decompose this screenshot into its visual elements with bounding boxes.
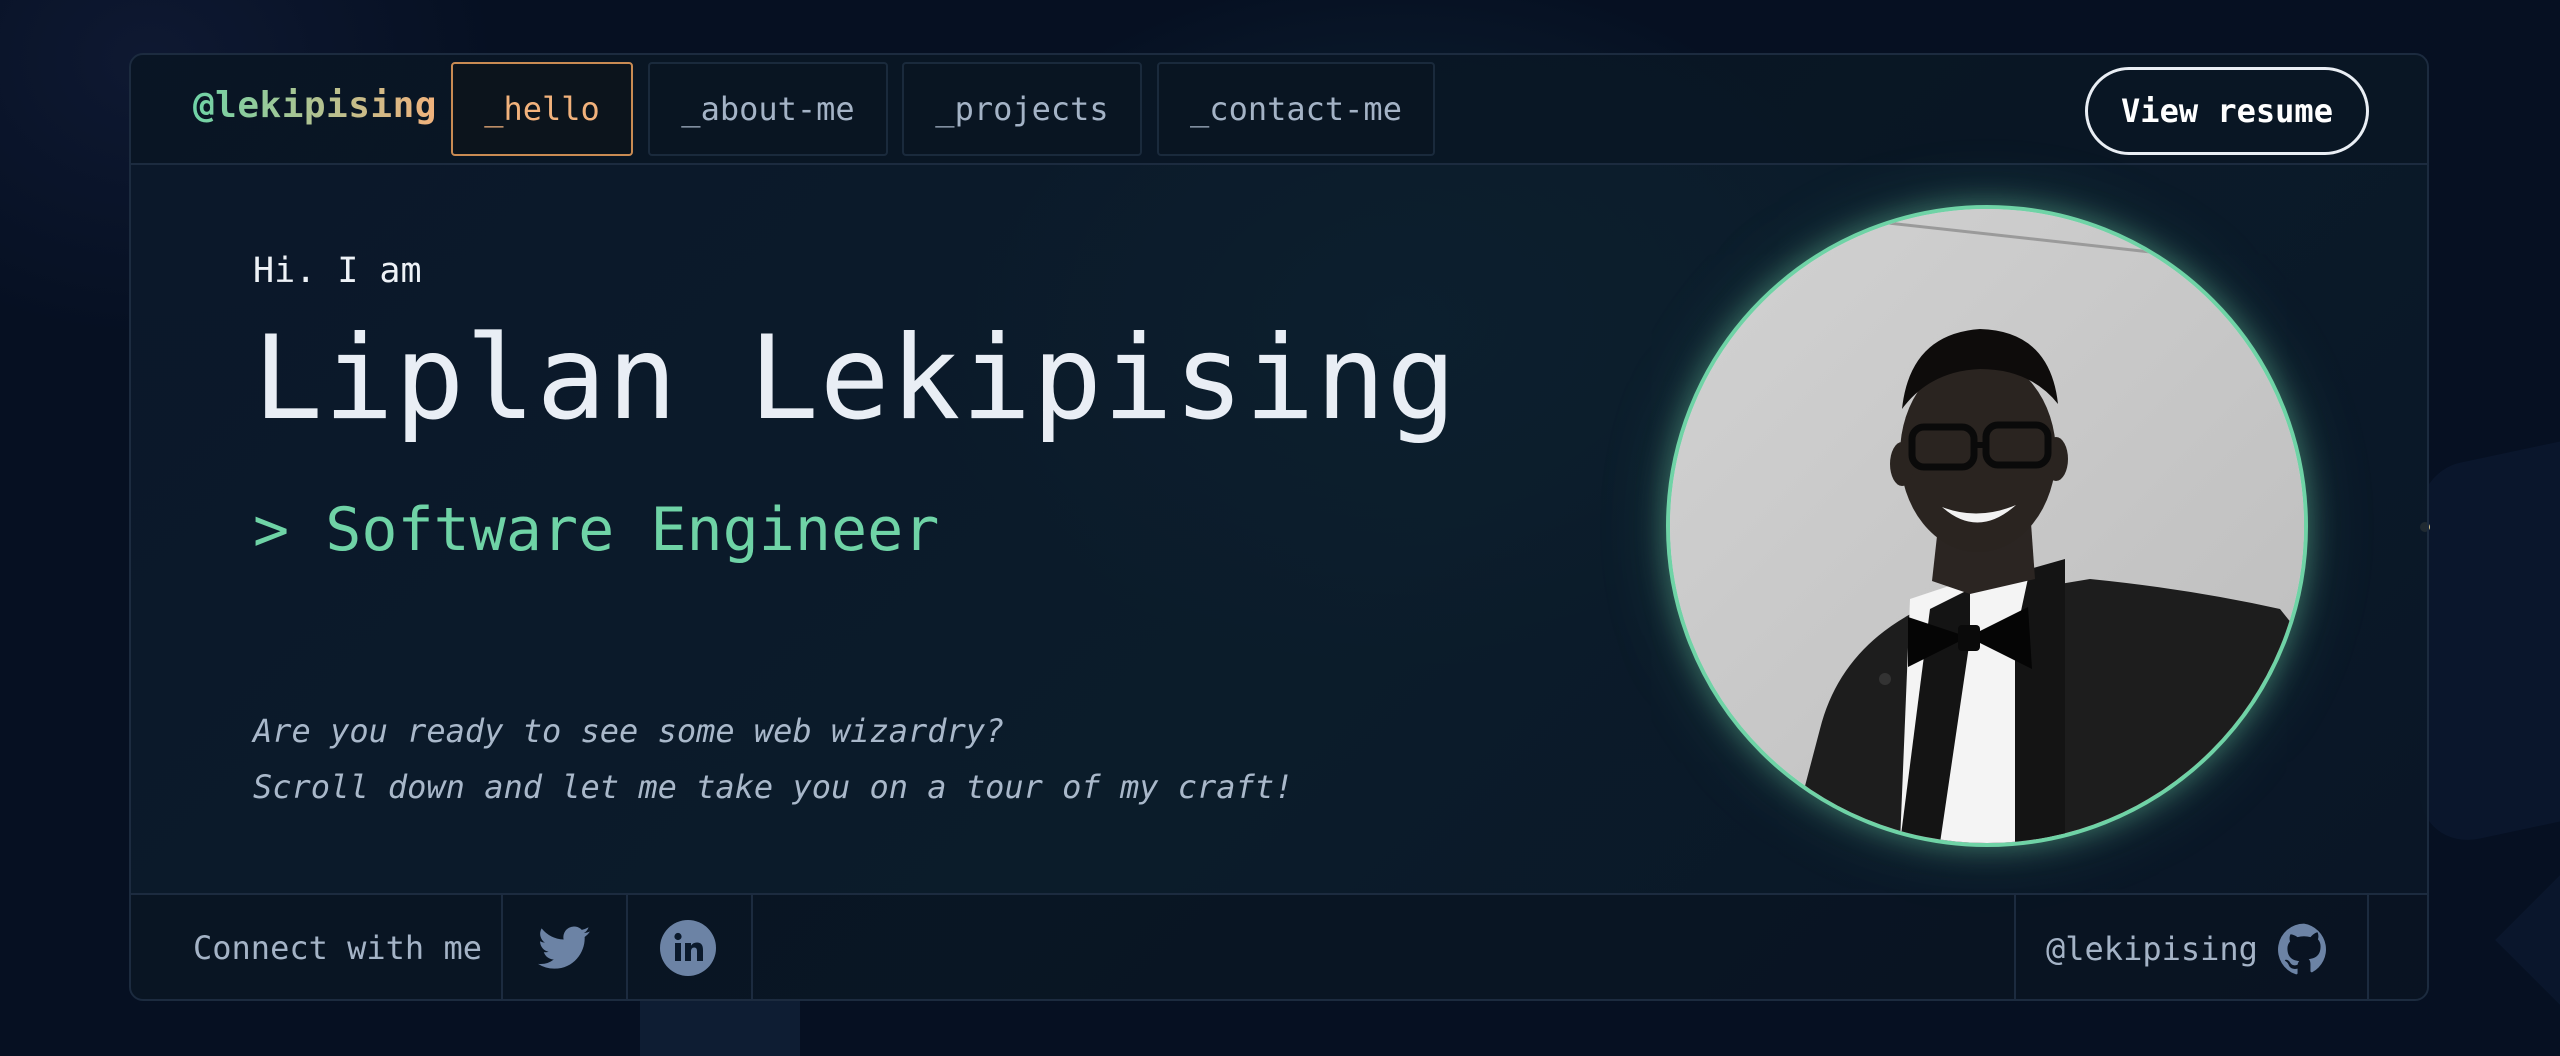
tab-contact-me[interactable]: _contact-me bbox=[1157, 62, 1435, 156]
linkedin-icon bbox=[660, 920, 716, 976]
hero-greeting: Hi. I am bbox=[253, 251, 422, 291]
hero-name: Liplan Lekipising bbox=[253, 311, 1458, 446]
top-nav: @lekipising _hello _about-me _projects _… bbox=[131, 55, 2427, 165]
github-link[interactable]: @lekipising bbox=[2046, 921, 2330, 977]
tab-hello[interactable]: _hello bbox=[451, 62, 633, 156]
twitter-link[interactable] bbox=[535, 919, 593, 977]
tab-about-me[interactable]: _about-me bbox=[648, 62, 888, 156]
footer-divider bbox=[751, 895, 753, 999]
profile-photo bbox=[1666, 205, 2308, 847]
github-icon bbox=[2277, 923, 2326, 975]
background-shape bbox=[2420, 428, 2560, 852]
main-card: @lekipising _hello _about-me _projects _… bbox=[129, 53, 2429, 1001]
footer-divider bbox=[2014, 895, 2016, 999]
hero-tagline-line2: Scroll down and let me take you on a tou… bbox=[253, 768, 1294, 806]
hero-tagline-line1: Are you ready to see some web wizardry? bbox=[253, 712, 1005, 750]
hero-role: > Software Engineer bbox=[253, 495, 940, 565]
footer-bar: Connect with me @lekipising bbox=[131, 893, 2427, 999]
site-logo[interactable]: @lekipising bbox=[193, 85, 437, 126]
github-handle: @lekipising bbox=[2046, 930, 2258, 968]
footer-divider bbox=[501, 895, 503, 999]
footer-divider bbox=[626, 895, 628, 999]
tab-projects[interactable]: _projects bbox=[902, 62, 1142, 156]
background-shape bbox=[640, 1000, 800, 1056]
view-resume-button[interactable]: View resume bbox=[2085, 67, 2369, 155]
linkedin-link[interactable] bbox=[659, 919, 717, 977]
footer-divider bbox=[2367, 895, 2369, 999]
twitter-icon bbox=[538, 926, 590, 969]
connect-label: Connect with me bbox=[193, 929, 482, 967]
